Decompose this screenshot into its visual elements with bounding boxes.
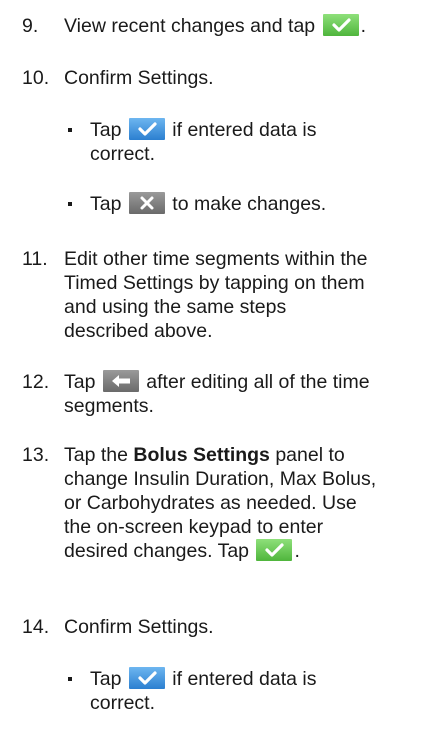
bullet-text: Tap — [90, 119, 122, 141]
check-icon — [128, 667, 165, 689]
step-text: Confirm Settings. — [64, 616, 214, 638]
step-text-end: . — [360, 15, 366, 37]
check-icon — [128, 118, 165, 140]
step-text: desired changes. Tap — [64, 540, 250, 562]
instruction-page: 9. View recent changes and tap . 10. Con… — [0, 0, 434, 752]
step-13: 13. Tap the Bolus Settings panel to chan… — [22, 443, 427, 563]
bullet-text: to make changes. — [172, 193, 327, 215]
bolus-settings-label: Bolus Settings — [133, 444, 270, 466]
step-text: and using the same steps — [64, 296, 287, 318]
bullet-confirm: Tap if entered data is correct. — [68, 118, 408, 166]
step-text: described above. — [64, 320, 213, 342]
bullet-text: if entered data is — [172, 668, 317, 690]
step-14: 14. Confirm Settings. — [22, 615, 427, 639]
bullet-dot — [68, 202, 72, 206]
step-text: segments. — [64, 395, 154, 417]
step-text: or Carbohydrates as needed. Use — [64, 492, 357, 514]
close-icon — [128, 192, 165, 214]
check-icon — [256, 539, 293, 561]
step-number: 10. — [22, 67, 50, 89]
step-11: 11. Edit other time segments within the … — [22, 247, 427, 343]
bullet-text: if entered data is — [172, 119, 317, 141]
step-text: View recent changes and tap — [64, 15, 316, 37]
bullet-text: correct. — [90, 692, 156, 714]
step-10: 10. Confirm Settings. — [22, 66, 427, 90]
bullet-dot — [68, 677, 72, 681]
step-number: 14. — [22, 616, 50, 638]
back-arrow-icon — [102, 370, 139, 392]
step-number: 9. — [22, 15, 39, 37]
step-text: the on-screen keypad to enter — [64, 516, 324, 538]
step-number: 13. — [22, 444, 50, 466]
step-text: Edit other time segments within the — [64, 248, 368, 270]
step-text: Tap the — [64, 444, 128, 466]
step-text: Tap — [64, 371, 96, 393]
bullet-confirm-2: Tap if entered data is correct. — [68, 667, 408, 715]
bullet-text: correct. — [90, 143, 156, 165]
bullet-change: Tap to make changes. — [68, 192, 408, 216]
step-12: 12. Tap after editing all of the time se… — [22, 370, 427, 418]
step-text: Timed Settings by tapping on them — [64, 272, 365, 294]
step-text-end: . — [294, 540, 300, 562]
step-text: after editing all of the time — [146, 371, 370, 393]
check-icon — [322, 14, 359, 36]
step-text: change Insulin Duration, Max Bolus, — [64, 468, 377, 490]
step-text: panel to — [275, 444, 345, 466]
step-number: 11. — [22, 248, 48, 270]
step-9: 9. View recent changes and tap . — [22, 14, 427, 38]
step-number: 12. — [22, 371, 50, 393]
bullet-text: Tap — [90, 668, 122, 690]
step-text: Confirm Settings. — [64, 67, 214, 89]
bullet-text: Tap — [90, 193, 122, 215]
bullet-dot — [68, 128, 72, 132]
